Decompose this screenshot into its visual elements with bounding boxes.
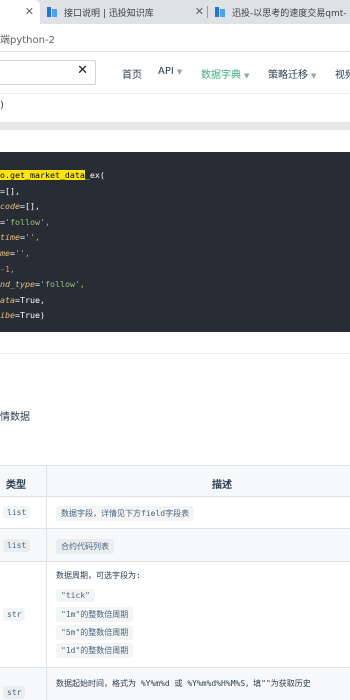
chevron-down-icon: ▼	[244, 72, 250, 80]
code-param: time	[0, 232, 20, 243]
code-text: _ex(	[84, 170, 105, 180]
type-cell: list	[3, 539, 31, 552]
browser-tab-qmt[interactable]: 迅投-以思考的速度交易qmt-（设	[210, 0, 350, 24]
tab-label: 接口说明 | 迅投知识库	[64, 8, 154, 19]
table-header-desc: 描述	[212, 480, 232, 491]
desc-line: "1d"的整数倍周期	[56, 643, 134, 658]
nav-api-label: API	[158, 66, 174, 77]
desc-line: "1m"的整数倍周期	[56, 607, 134, 622]
nav-data-dictionary[interactable]: 数据字典 ▼	[201, 66, 249, 81]
close-tab-icon[interactable]: ✕	[195, 5, 204, 18]
tab-separator	[207, 6, 208, 18]
site-favicon-icon	[215, 7, 225, 17]
table-column-divider	[46, 465, 47, 700]
address-bar[interactable]: 端python-2	[0, 24, 350, 52]
close-tab-icon[interactable]: ✕	[25, 5, 34, 18]
code-param: ibe	[0, 310, 15, 321]
nav-api[interactable]: API ▼	[158, 66, 182, 77]
code-text: =[],	[0, 185, 20, 196]
code-text: =True)	[15, 310, 45, 321]
code-block: o.get_market_data_ex( =[], code=[], ='fo…	[0, 152, 350, 332]
code-line: me='',	[0, 246, 350, 262]
table-header: 类型 描述	[0, 465, 350, 497]
breadcrumb: )	[0, 100, 4, 111]
desc-text: "5m"的整数倍周期	[56, 625, 134, 640]
code-text: =[],	[19, 201, 40, 212]
desc-line: "tick"	[56, 589, 95, 602]
table-row: str 数据周期，可选字段为: "tick" "1m"的整数倍周期 "5m"的整…	[0, 562, 350, 668]
code-string: '',	[15, 247, 30, 258]
desc-cell: 合约代码列表	[56, 539, 114, 554]
code-line: code=[],	[0, 199, 350, 215]
code-line: ata=True,	[0, 293, 350, 309]
code-string: '',	[24, 232, 40, 243]
code-line: nd_type='follow',	[0, 277, 350, 293]
address-text: 端python-2	[0, 35, 55, 46]
type-cell: str	[3, 608, 26, 621]
search-input[interactable]: ✕	[0, 60, 96, 85]
type-cell: str	[3, 686, 26, 699]
table-row: list 合约代码列表	[0, 529, 350, 562]
code-highlight: o.get_market_data	[0, 170, 85, 180]
desc-text: "tick"	[56, 589, 95, 602]
code-param: me	[0, 247, 10, 258]
section-divider	[0, 353, 350, 354]
section-heading: 情数据	[0, 412, 30, 423]
code-line: =[],	[0, 184, 350, 200]
code-param: code	[0, 201, 20, 212]
table-row: list 数据字段，详情见下方field字段表	[0, 497, 350, 529]
code-param: ata	[0, 294, 15, 305]
desc-cell: 数据字段，详情见下方field字段表	[56, 506, 195, 521]
type-cell: list	[3, 506, 31, 519]
table-row: str 数据起始时间，格式为 %Y%m%d 或 %Y%m%d%H%M%S，填""…	[0, 668, 350, 700]
browser-tab-knowledge-base[interactable]: 接口说明 | 迅投知识库 ✕	[42, 0, 208, 24]
code-param: nd_type	[0, 279, 35, 290]
clear-search-icon[interactable]: ✕	[77, 63, 88, 78]
table-header-type: 类型	[6, 480, 26, 491]
desc-line: 数据起始时间，格式为 %Y%m%d 或 %Y%m%d%H%M%S，填""为获取历…	[56, 679, 311, 688]
browser-tab-active[interactable]: ✕	[0, 0, 40, 24]
code-line: o.get_market_data_ex(	[0, 168, 350, 184]
nav-strategy-migration-label: 策略迁移	[268, 70, 308, 81]
nav-video[interactable]: 视频	[335, 66, 350, 81]
chevron-down-icon: ▼	[176, 68, 183, 76]
code-line: ibe=True)	[0, 308, 350, 324]
code-number: -1,	[0, 263, 15, 274]
chevron-down-icon: ▼	[311, 72, 317, 80]
site-favicon-icon	[47, 7, 57, 17]
nav-strategy-migration[interactable]: 策略迁移 ▼	[268, 66, 316, 81]
desc-text: 合约代码列表	[56, 539, 114, 554]
code-line: -1,	[0, 262, 350, 278]
tab-label: 迅投-以思考的速度交易qmt-（设	[232, 8, 350, 19]
browser-tab-strip: ✕ 接口说明 | 迅投知识库 ✕ 迅投-以思考的速度交易qmt-（设	[0, 0, 350, 24]
desc-line: 数据周期，可选字段为:	[56, 571, 141, 580]
code-line: ='follow',	[0, 215, 350, 231]
code-string: 'follow',	[39, 279, 85, 290]
site-navbar: ✕ 首页 API▼ 数据字典▼ 策略迁移▼ 视频	[0, 52, 350, 94]
scroll-band	[0, 122, 350, 130]
desc-text: "1m"的整数倍周期	[56, 607, 134, 622]
desc-text: "1d"的整数倍周期	[56, 643, 134, 658]
nav-home[interactable]: 首页	[122, 66, 142, 81]
code-text: =True,	[15, 294, 45, 305]
nav-data-dictionary-label: 数据字典	[201, 70, 241, 81]
code-line: time='',	[0, 230, 350, 246]
desc-line: "5m"的整数倍周期	[56, 625, 134, 640]
code-string: 'follow',	[5, 216, 50, 227]
desc-text: 数据字段，详情见下方field字段表	[56, 506, 195, 521]
